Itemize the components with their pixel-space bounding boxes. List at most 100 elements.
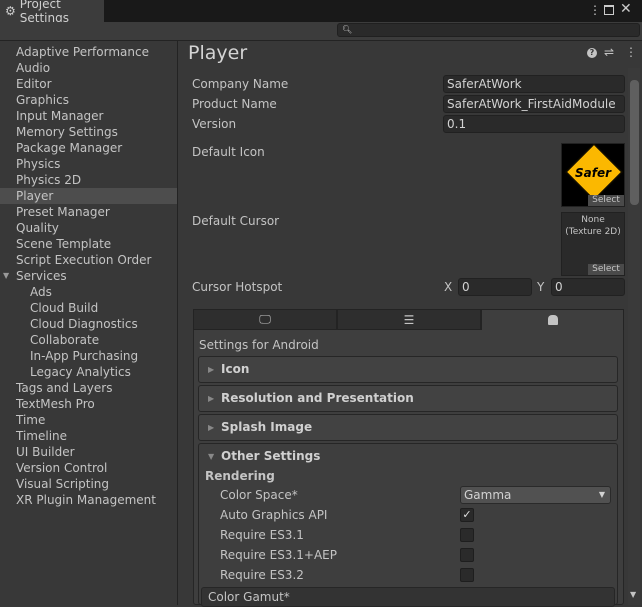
product-name-input[interactable]: SaferAtWork_FirstAidModule — [443, 95, 625, 113]
sidebar-item-label: Cloud Build — [30, 301, 99, 315]
product-name-label: Product Name — [192, 97, 277, 111]
color-gamut-list[interactable]: Color Gamut* — [201, 587, 615, 607]
tab-server[interactable]: ☰ — [337, 309, 481, 330]
sidebar-item-label: UI Builder — [16, 445, 75, 459]
color-gamut-label: Color Gamut* — [208, 590, 290, 604]
color-space-dropdown[interactable]: Gamma ▼ — [460, 486, 611, 504]
sidebar-item[interactable]: TextMesh Pro — [16, 396, 178, 412]
cursor-hotspot-label: Cursor Hotspot — [192, 280, 283, 294]
sidebar-item[interactable]: Preset Manager — [16, 204, 178, 220]
hotspot-y-input[interactable]: 0 — [551, 278, 625, 296]
chevron-right-icon: ▶ — [208, 365, 215, 374]
sidebar-item[interactable]: Visual Scripting — [16, 476, 178, 492]
sidebar-item[interactable]: Audio — [16, 60, 178, 76]
hotspot-x-input[interactable]: 0 — [458, 278, 532, 296]
sidebar-item-label: Graphics — [16, 93, 69, 107]
es32-checkbox[interactable] — [460, 568, 474, 582]
scrollbar-thumb[interactable] — [630, 80, 639, 205]
es31aep-checkbox[interactable] — [460, 548, 474, 562]
page-title: Player — [188, 42, 248, 64]
default-cursor-label: Default Cursor — [192, 214, 280, 228]
sidebar-item-label: Visual Scripting — [16, 477, 109, 491]
version-label: Version — [192, 117, 237, 131]
y-label: Y — [537, 280, 545, 294]
sidebar-item[interactable]: Graphics — [16, 92, 178, 108]
sidebar-item-label: Physics — [16, 157, 61, 171]
sidebar-item-label: Tags and Layers — [16, 381, 113, 395]
select-icon-button[interactable]: Select — [588, 195, 624, 206]
sidebar-item[interactable]: Collaborate — [30, 332, 192, 348]
sidebar-item[interactable]: Physics — [16, 156, 178, 172]
chevron-down-icon[interactable]: ▼ — [3, 268, 9, 284]
sidebar-item-label: Collaborate — [30, 333, 100, 347]
section-resolution[interactable]: ▶ Resolution and Presentation — [198, 385, 618, 412]
close-icon[interactable]: ✕ — [620, 1, 632, 17]
sidebar-item[interactable]: Tags and Layers — [16, 380, 178, 396]
color-space-value: Gamma — [464, 488, 512, 502]
logo-text: Safer — [574, 166, 612, 180]
chevron-down-icon: ▼ — [208, 452, 215, 461]
sidebar-item[interactable]: Editor — [16, 76, 178, 92]
x-label: X — [444, 280, 453, 294]
tab-standalone[interactable]: 🖵 — [193, 309, 337, 330]
sidebar-item[interactable]: XR Plugin Management — [16, 492, 178, 508]
cursor-type: (Texture 2D) — [565, 227, 621, 237]
preset-icon[interactable]: ⇌ — [604, 45, 614, 59]
sidebar-item[interactable]: Physics 2D — [16, 172, 178, 188]
monitor-icon: 🖵 — [259, 312, 271, 326]
company-name-input[interactable]: SaferAtWork — [443, 75, 625, 93]
server-icon: ☰ — [403, 312, 415, 327]
sidebar-item[interactable]: Player — [0, 188, 177, 204]
sidebar-item-label: Cloud Diagnostics — [30, 317, 138, 331]
default-icon-label: Default Icon — [192, 145, 265, 159]
more-icon[interactable]: ⋮ — [625, 45, 637, 59]
more-icon[interactable]: ⋮ — [589, 3, 601, 17]
sidebar-item[interactable]: In-App Purchasing — [30, 348, 192, 364]
chevron-down-icon: ▼ — [598, 490, 605, 499]
search-input[interactable]: 🔍︎ — [337, 23, 640, 37]
company-name-label: Company Name — [192, 77, 289, 91]
sidebar-item[interactable]: Legacy Analytics — [30, 364, 192, 380]
sidebar-item[interactable]: Package Manager — [16, 140, 178, 156]
sidebar-item[interactable]: Input Manager — [16, 108, 178, 124]
section-splash[interactable]: ▶ Splash Image — [198, 414, 618, 441]
sidebar-item[interactable]: Time — [16, 412, 178, 428]
es31-label: Require ES3.1 — [220, 528, 304, 542]
auto-graphics-checkbox[interactable]: ✓ — [460, 508, 474, 522]
es32-label: Require ES3.2 — [220, 568, 304, 582]
sidebar-item[interactable]: Cloud Build — [30, 300, 192, 316]
sidebar-item[interactable]: Adaptive Performance — [16, 44, 178, 60]
scroll-down-icon[interactable]: ▼ — [630, 590, 636, 599]
maximize-icon[interactable] — [604, 5, 614, 15]
sidebar-item[interactable]: Version Control — [16, 460, 178, 476]
default-icon-field[interactable]: Safer Select — [561, 143, 625, 207]
section-icon[interactable]: ▶ Icon — [198, 356, 618, 383]
help-icon[interactable]: ? — [587, 48, 597, 58]
sidebar-item-label: Ads — [30, 285, 52, 299]
sidebar-item[interactable]: Quality — [16, 220, 178, 236]
tab-android[interactable] — [481, 309, 624, 330]
sidebar-item-label: Time — [16, 413, 46, 427]
sidebar-item[interactable]: Ads — [30, 284, 192, 300]
sidebar-item-label: Scene Template — [16, 237, 112, 251]
sidebar-item[interactable]: Timeline — [16, 428, 178, 444]
cursor-value: None — [581, 215, 605, 225]
window-tab[interactable]: ⚙ Project Settings — [0, 0, 104, 25]
select-cursor-button[interactable]: Select — [588, 264, 624, 275]
sidebar-item-label: Audio — [16, 61, 51, 75]
sidebar-item-label: Script Execution Order — [16, 253, 152, 267]
sidebar-item-label: Timeline — [16, 429, 68, 443]
sidebar-item[interactable]: UI Builder — [16, 444, 178, 460]
sidebar-item[interactable]: Scene Template — [16, 236, 178, 252]
sidebar-item[interactable]: Script Execution Order — [16, 252, 178, 268]
sidebar-item[interactable]: Memory Settings — [16, 124, 178, 140]
color-space-label: Color Space* — [220, 488, 298, 502]
sidebar-item-label: Player — [16, 189, 54, 203]
sidebar-item[interactable]: Cloud Diagnostics — [30, 316, 192, 332]
version-input[interactable]: 0.1 — [443, 115, 625, 133]
default-cursor-field[interactable]: None (Texture 2D) Select — [561, 212, 625, 276]
sidebar-item-label: XR Plugin Management — [16, 493, 156, 507]
es31-checkbox[interactable] — [460, 528, 474, 542]
sidebar-item-label: Physics 2D — [16, 173, 82, 187]
sidebar-item[interactable]: ▼ Services — [3, 268, 178, 284]
